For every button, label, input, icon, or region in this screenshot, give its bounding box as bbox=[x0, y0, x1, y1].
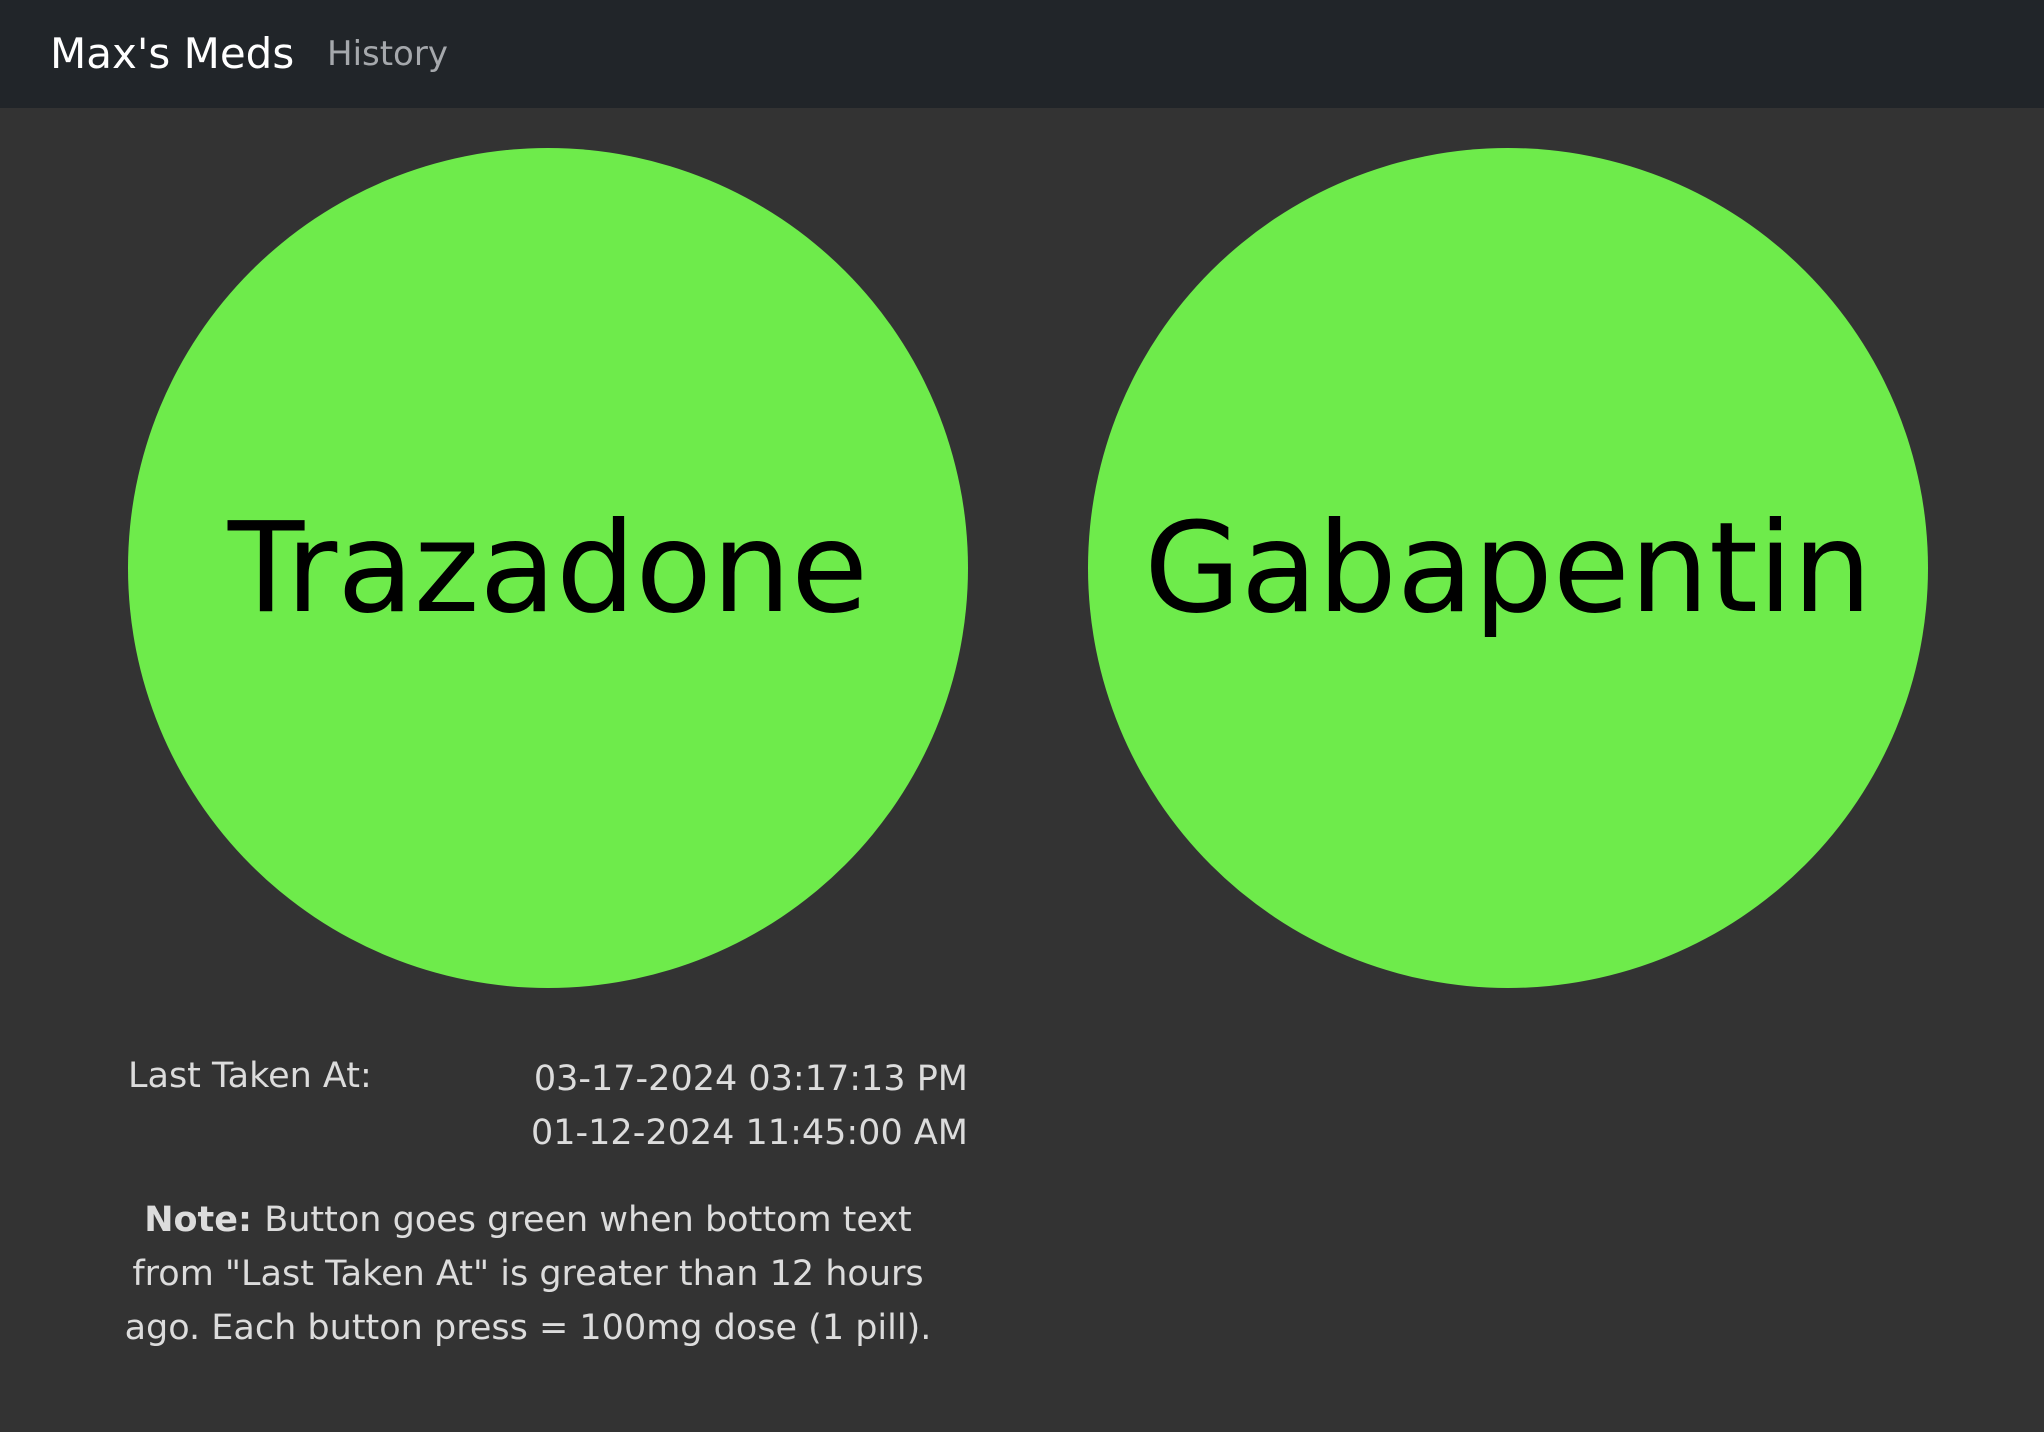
last-taken-time-previous: 01-12-2024 11:45:00 AM bbox=[531, 1113, 968, 1153]
last-taken-times: 03-17-2024 03:17:13 PM 01-12-2024 11:45:… bbox=[440, 1052, 968, 1160]
last-taken-time-latest: 03-17-2024 03:17:13 PM bbox=[533, 1059, 968, 1099]
note-label: Note: bbox=[144, 1200, 265, 1240]
trazadone-button[interactable]: Trazadone bbox=[128, 148, 968, 988]
gabapentin-button[interactable]: Gabapentin bbox=[1088, 148, 1928, 988]
last-taken-label: Last Taken At: bbox=[128, 1056, 372, 1096]
navbar-brand[interactable]: Max's Meds bbox=[50, 0, 294, 108]
note: Note: Button goes green when bottom text… bbox=[118, 1193, 938, 1355]
nav-link-history[interactable]: History bbox=[327, 0, 448, 108]
navbar: Max's Meds History bbox=[0, 0, 2044, 108]
